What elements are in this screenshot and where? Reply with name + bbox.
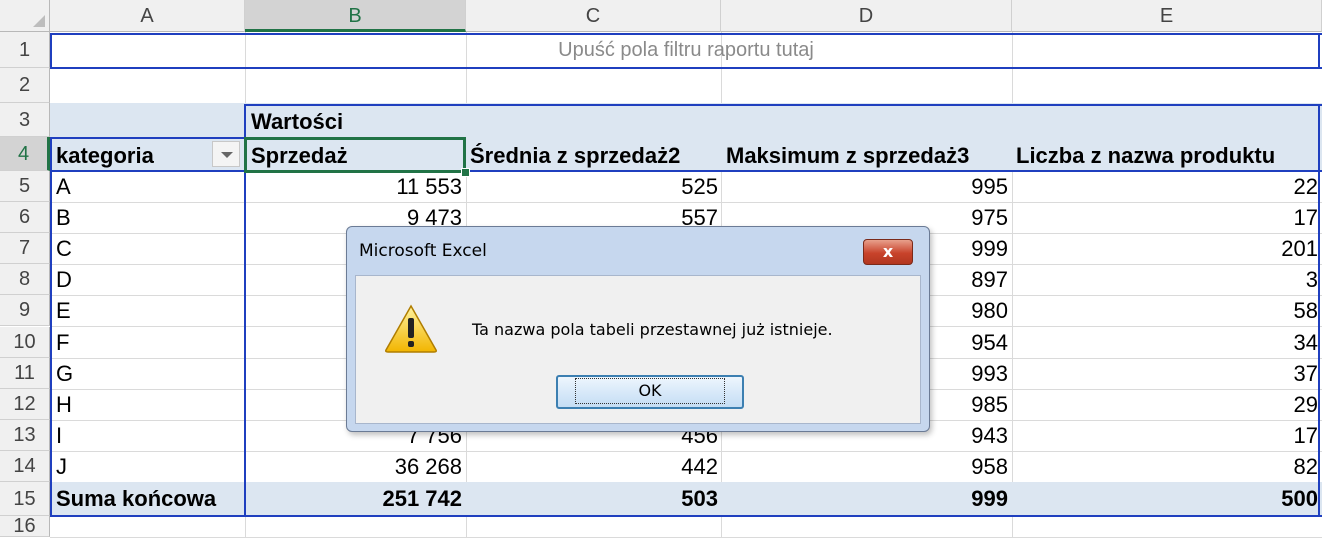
maksimum-cell[interactable]: 995 <box>722 171 1012 202</box>
fill-handle[interactable] <box>461 168 470 177</box>
dialog-body: Ta nazwa pola tabeli przestawnej już ist… <box>355 275 921 424</box>
pivot-border-bottom <box>50 515 1322 517</box>
srednia-cell[interactable]: 442 <box>466 451 722 482</box>
dialog-message: Ta nazwa pola tabeli przestawnej już ist… <box>472 320 833 339</box>
category-cell[interactable]: J <box>52 451 244 482</box>
row-header-7[interactable]: 7 <box>0 233 50 264</box>
row-header-15[interactable]: 15 <box>0 482 50 516</box>
warning-icon <box>385 304 437 353</box>
filter-area-border-bottom <box>50 67 1322 69</box>
maksimum-cell[interactable]: 958 <box>722 451 1012 482</box>
dialog-title: Microsoft Excel <box>359 241 487 261</box>
category-cell[interactable]: F <box>52 327 244 358</box>
row-header-5[interactable]: 5 <box>0 171 50 202</box>
filter-area-border-right <box>1318 33 1320 69</box>
row-header-16[interactable]: 16 <box>0 516 50 537</box>
row-header-10[interactable]: 10 <box>0 327 50 358</box>
row-header-12[interactable]: 12 <box>0 389 50 420</box>
grand-total-srednia[interactable]: 503 <box>466 482 722 516</box>
value-header-liczba[interactable]: Liczba z nazwa produktu <box>1012 139 1322 172</box>
ok-button[interactable]: OK <box>556 375 744 409</box>
category-cell[interactable]: I <box>52 420 244 451</box>
grand-total-maksimum[interactable]: 999 <box>722 482 1012 516</box>
category-cell[interactable]: C <box>52 233 244 264</box>
category-cell[interactable]: D <box>52 264 244 295</box>
pivot-border-left <box>50 137 52 517</box>
liczba-cell[interactable]: 22 <box>1012 171 1322 202</box>
category-cell[interactable]: B <box>52 202 244 233</box>
liczba-cell[interactable]: 29 <box>1012 389 1322 420</box>
category-cell[interactable]: G <box>52 358 244 389</box>
row-header-6[interactable]: 6 <box>0 202 50 233</box>
liczba-cell[interactable]: 37 <box>1012 358 1322 389</box>
filter-area-border-left <box>50 33 52 69</box>
row-header-4[interactable]: 4 <box>0 137 50 171</box>
row-field-filter-dropdown-button[interactable] <box>212 141 240 167</box>
values-label[interactable]: Wartości <box>247 105 465 139</box>
category-cell[interactable]: H <box>52 389 244 420</box>
pivot-border-top-rowarea <box>50 137 246 139</box>
liczba-cell[interactable]: 201 <box>1012 233 1322 264</box>
grand-total-sprzedaz[interactable]: 251 742 <box>245 482 466 516</box>
report-filter-drop-zone[interactable]: Upuść pola filtru raportu tutaj <box>50 32 1322 68</box>
row-header-8[interactable]: 8 <box>0 264 50 295</box>
sprzedaz-cell[interactable]: 36 268 <box>245 451 466 482</box>
row-header-14[interactable]: 14 <box>0 451 50 482</box>
active-cell-selection <box>244 137 466 173</box>
liczba-cell[interactable]: 17 <box>1012 420 1322 451</box>
liczba-cell[interactable]: 34 <box>1012 327 1322 358</box>
liczba-cell[interactable]: 3 <box>1012 264 1322 295</box>
select-all-corner[interactable] <box>0 0 50 32</box>
dialog-close-button[interactable]: x <box>863 239 913 265</box>
category-cell[interactable]: E <box>52 295 244 326</box>
column-header-a[interactable]: A <box>50 0 245 32</box>
row-header-2[interactable]: 2 <box>0 68 50 103</box>
pivot-border-right <box>1318 104 1320 517</box>
value-header-srednia[interactable]: Średnia z sprzedaż2 <box>466 139 722 172</box>
row-header-3[interactable]: 3 <box>0 103 50 137</box>
row-header-13[interactable]: 13 <box>0 420 50 451</box>
liczba-cell[interactable]: 82 <box>1012 451 1322 482</box>
row-header-11[interactable]: 11 <box>0 358 50 389</box>
column-header-d[interactable]: D <box>721 0 1012 32</box>
liczba-cell[interactable]: 17 <box>1012 202 1322 233</box>
pivot-border-top <box>244 104 1322 106</box>
row-header-9[interactable]: 9 <box>0 295 50 326</box>
column-header-e[interactable]: E <box>1012 0 1322 32</box>
liczba-cell[interactable]: 58 <box>1012 295 1322 326</box>
sprzedaz-cell[interactable]: 11 553 <box>245 171 466 202</box>
message-dialog: Microsoft Excel x Ta nazwa pola tabeli p… <box>346 226 930 432</box>
value-header-maksimum[interactable]: Maksimum z sprzedaż3 <box>722 139 1012 172</box>
row-field-header[interactable]: kategoria <box>52 139 212 172</box>
grand-total-label[interactable]: Suma końcowa <box>52 482 244 516</box>
grand-total-liczba[interactable]: 500 <box>1012 482 1322 516</box>
ok-button-label: OK <box>575 378 725 404</box>
pivot-header-separator <box>50 170 1322 172</box>
column-header-b[interactable]: B <box>245 0 466 32</box>
srednia-cell[interactable]: 525 <box>466 171 722 202</box>
row-header-1[interactable]: 1 <box>0 32 50 68</box>
filter-area-border-top <box>50 33 1322 35</box>
column-header-c[interactable]: C <box>466 0 721 32</box>
category-cell[interactable]: A <box>52 171 244 202</box>
